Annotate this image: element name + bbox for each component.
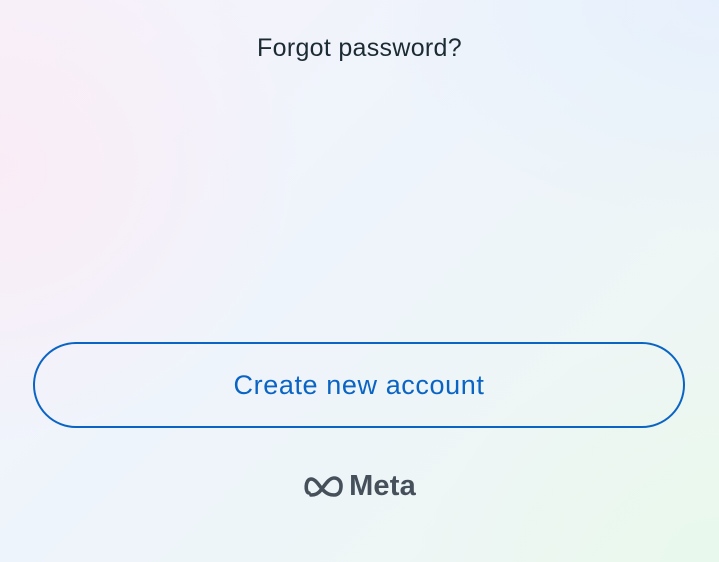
create-new-account-label: Create new account [233, 369, 485, 400]
meta-logo: Meta [0, 466, 719, 506]
meta-wordmark: Meta [349, 470, 416, 502]
forgot-password-link[interactable]: Forgot password? [0, 28, 719, 68]
create-new-account-button[interactable]: Create new account [33, 342, 685, 428]
meta-infinity-icon [304, 476, 343, 497]
